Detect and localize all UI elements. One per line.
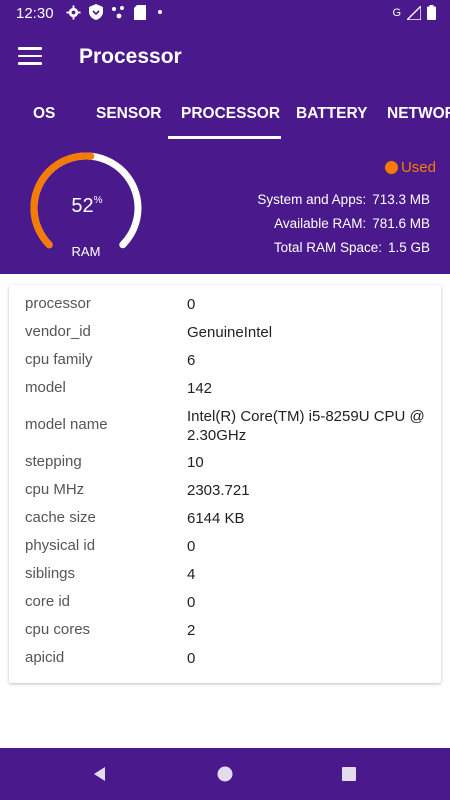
status-system-icons: G: [392, 5, 436, 20]
ram-panel: 52% RAM Used System and Apps: 713.3 MB Av…: [0, 140, 450, 274]
small-dot-icon: [158, 10, 162, 14]
tab-network[interactable]: NETWORK: [387, 105, 450, 123]
info-key: cache size: [25, 509, 96, 526]
info-value: 10: [187, 454, 204, 471]
ram-percent-sign: %: [93, 195, 103, 206]
info-key: physical id: [25, 537, 96, 554]
page-title: Processor: [79, 45, 182, 68]
ram-gauge-label: RAM: [71, 244, 101, 259]
info-value: 2303.721: [187, 482, 250, 499]
info-key: cpu cores: [25, 621, 91, 638]
tab-sensor[interactable]: SENSOR: [96, 105, 161, 123]
system-nav-bar: [0, 748, 450, 800]
info-key: cpu MHz: [25, 481, 85, 498]
info-key: stepping: [25, 453, 82, 470]
stat-value: 1.5 GB: [387, 240, 430, 255]
stat-label: Total RAM Space:: [273, 240, 382, 255]
info-key: apicid: [25, 649, 65, 666]
shield-icon: [89, 4, 103, 20]
stat-available-ram: Available RAM: 781.6 MB: [274, 216, 430, 231]
tab-processor[interactable]: PROCESSOR: [181, 105, 280, 123]
status-notification-icons: [66, 4, 166, 20]
info-value: 142: [187, 380, 213, 397]
info-value: 0: [187, 296, 196, 313]
info-key: model name: [25, 416, 108, 433]
info-value: GenuineIntel: [187, 324, 273, 341]
used-legend-dot: [384, 161, 398, 174]
status-time: 12:30: [16, 5, 54, 22]
info-value: 0: [187, 650, 196, 667]
signal-icon: [407, 5, 421, 20]
info-key: processor: [25, 295, 91, 312]
info-value: Intel(R) Core(TM) i5-8259U CPU @ 2.30GHz: [187, 408, 425, 444]
back-icon[interactable]: [88, 762, 112, 786]
battery-icon: [427, 5, 436, 20]
info-value: 4: [187, 566, 196, 583]
ram-percent: 52%: [62, 195, 112, 218]
sd-card-icon: [134, 4, 146, 20]
dots-app-icon: [112, 5, 124, 18]
active-tab-indicator: [168, 136, 281, 139]
info-key: vendor_id: [25, 323, 91, 340]
stat-system-apps: System and Apps: 713.3 MB: [257, 192, 430, 207]
info-value: 0: [187, 594, 196, 611]
info-key: core id: [25, 593, 71, 610]
network-type-label: G: [392, 6, 401, 19]
home-icon[interactable]: [213, 762, 237, 786]
stat-value: 781.6 MB: [372, 216, 430, 231]
tab-bar: OS SENSOR PROCESSOR BATTERY NETWORK: [0, 90, 450, 140]
info-value: 6144 KB: [187, 510, 245, 527]
stat-label: Available RAM:: [274, 216, 367, 231]
stat-label: System and Apps:: [257, 192, 367, 207]
stat-value: 713.3 MB: [372, 192, 430, 207]
tab-os[interactable]: OS: [33, 105, 55, 123]
used-legend: Used: [384, 159, 436, 176]
cpu-info-card: processor 0 vendor_id GenuineIntel cpu f…: [9, 285, 441, 683]
hamburger-menu-icon[interactable]: [18, 47, 42, 67]
info-value: 6: [187, 352, 196, 369]
info-key: model: [25, 379, 66, 396]
recents-icon[interactable]: [337, 762, 361, 786]
settings-gear-icon: [66, 4, 81, 20]
status-bar: 12:30 G: [0, 0, 450, 28]
used-legend-label: Used: [400, 159, 436, 176]
tab-battery[interactable]: BATTERY: [296, 105, 367, 123]
info-value: 2: [187, 622, 196, 639]
info-key: siblings: [25, 565, 76, 582]
ram-percent-value: 52: [71, 195, 94, 217]
stat-total-ram: Total RAM Space: 1.5 GB: [274, 240, 430, 255]
info-key: cpu family: [25, 351, 93, 368]
app-bar: Processor: [0, 28, 450, 90]
info-value: 0: [187, 538, 196, 555]
